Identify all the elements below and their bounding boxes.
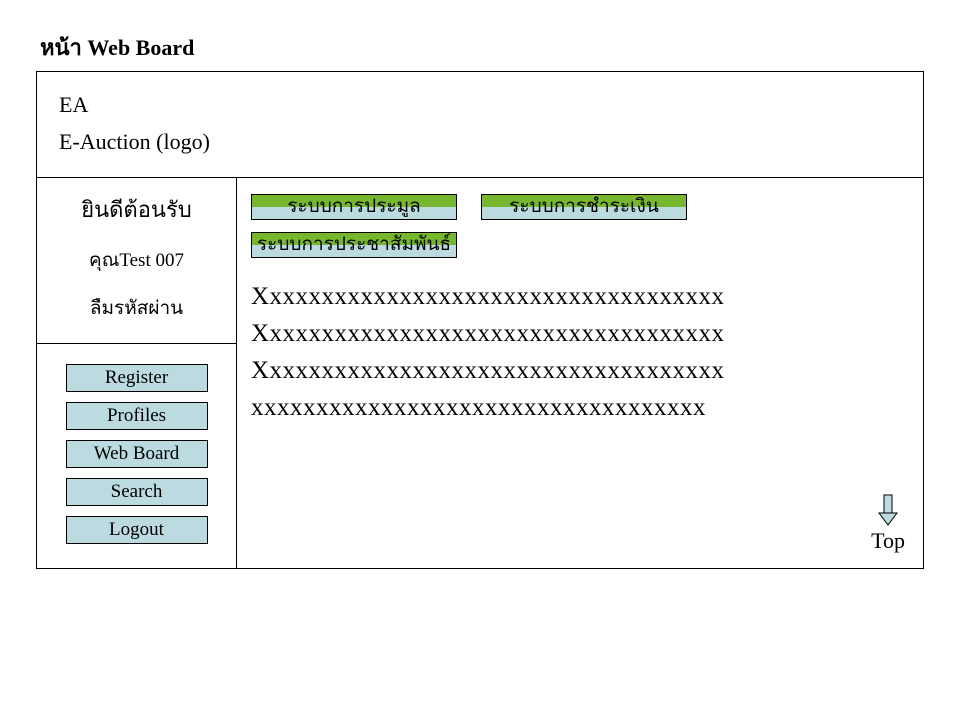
- profiles-button[interactable]: Profiles: [66, 402, 208, 430]
- back-to-top[interactable]: Top: [871, 494, 905, 554]
- bar-pr[interactable]: ระบบการประชาสัมพันธ์: [251, 232, 457, 258]
- arrow-down-icon: [877, 494, 899, 526]
- bar-payment[interactable]: ระบบการชำระเงิน: [481, 194, 687, 220]
- top-label: Top: [871, 528, 905, 553]
- top-bars: ระบบการประมูล ระบบการชำระเงิน ระบบการประ…: [245, 188, 915, 274]
- logout-button[interactable]: Logout: [66, 516, 208, 544]
- sidebar-nav: Register Profiles Web Board Search Logou…: [37, 344, 236, 568]
- content-line: xxxxxxxxxxxxxxxxxxxxxxxxxxxxxxxxxxx: [251, 389, 913, 426]
- content-body: Xxxxxxxxxxxxxxxxxxxxxxxxxxxxxxxxxxxx Xxx…: [245, 274, 915, 426]
- content-line: Xxxxxxxxxxxxxxxxxxxxxxxxxxxxxxxxxxxx: [251, 278, 913, 315]
- sidebar-welcome-box: ยินดีต้อนรับ คุณTest 007 ลืมรหัสผ่าน: [37, 178, 236, 344]
- search-button[interactable]: Search: [66, 478, 208, 506]
- content-line: Xxxxxxxxxxxxxxxxxxxxxxxxxxxxxxxxxxxx: [251, 315, 913, 352]
- app-frame: EA E-Auction (logo) ยินดีต้อนรับ คุณTest…: [36, 71, 924, 569]
- current-user: คุณTest 007: [45, 245, 228, 275]
- main-content: ระบบการประมูล ระบบการชำระเงิน ระบบการประ…: [237, 178, 923, 568]
- logo-long: E-Auction (logo): [59, 123, 905, 160]
- welcome-label: ยินดีต้อนรับ: [45, 192, 228, 227]
- register-button[interactable]: Register: [66, 364, 208, 392]
- logo-short: EA: [59, 86, 905, 123]
- sidebar: ยินดีต้อนรับ คุณTest 007 ลืมรหัสผ่าน Reg…: [37, 178, 237, 568]
- header: EA E-Auction (logo): [37, 72, 923, 178]
- webboard-button[interactable]: Web Board: [66, 440, 208, 468]
- content-line: Xxxxxxxxxxxxxxxxxxxxxxxxxxxxxxxxxxxx: [251, 352, 913, 389]
- page-title: หน้า Web Board: [40, 30, 924, 65]
- bar-auction[interactable]: ระบบการประมูล: [251, 194, 457, 220]
- forgot-password-link[interactable]: ลืมรหัสผ่าน: [45, 293, 228, 323]
